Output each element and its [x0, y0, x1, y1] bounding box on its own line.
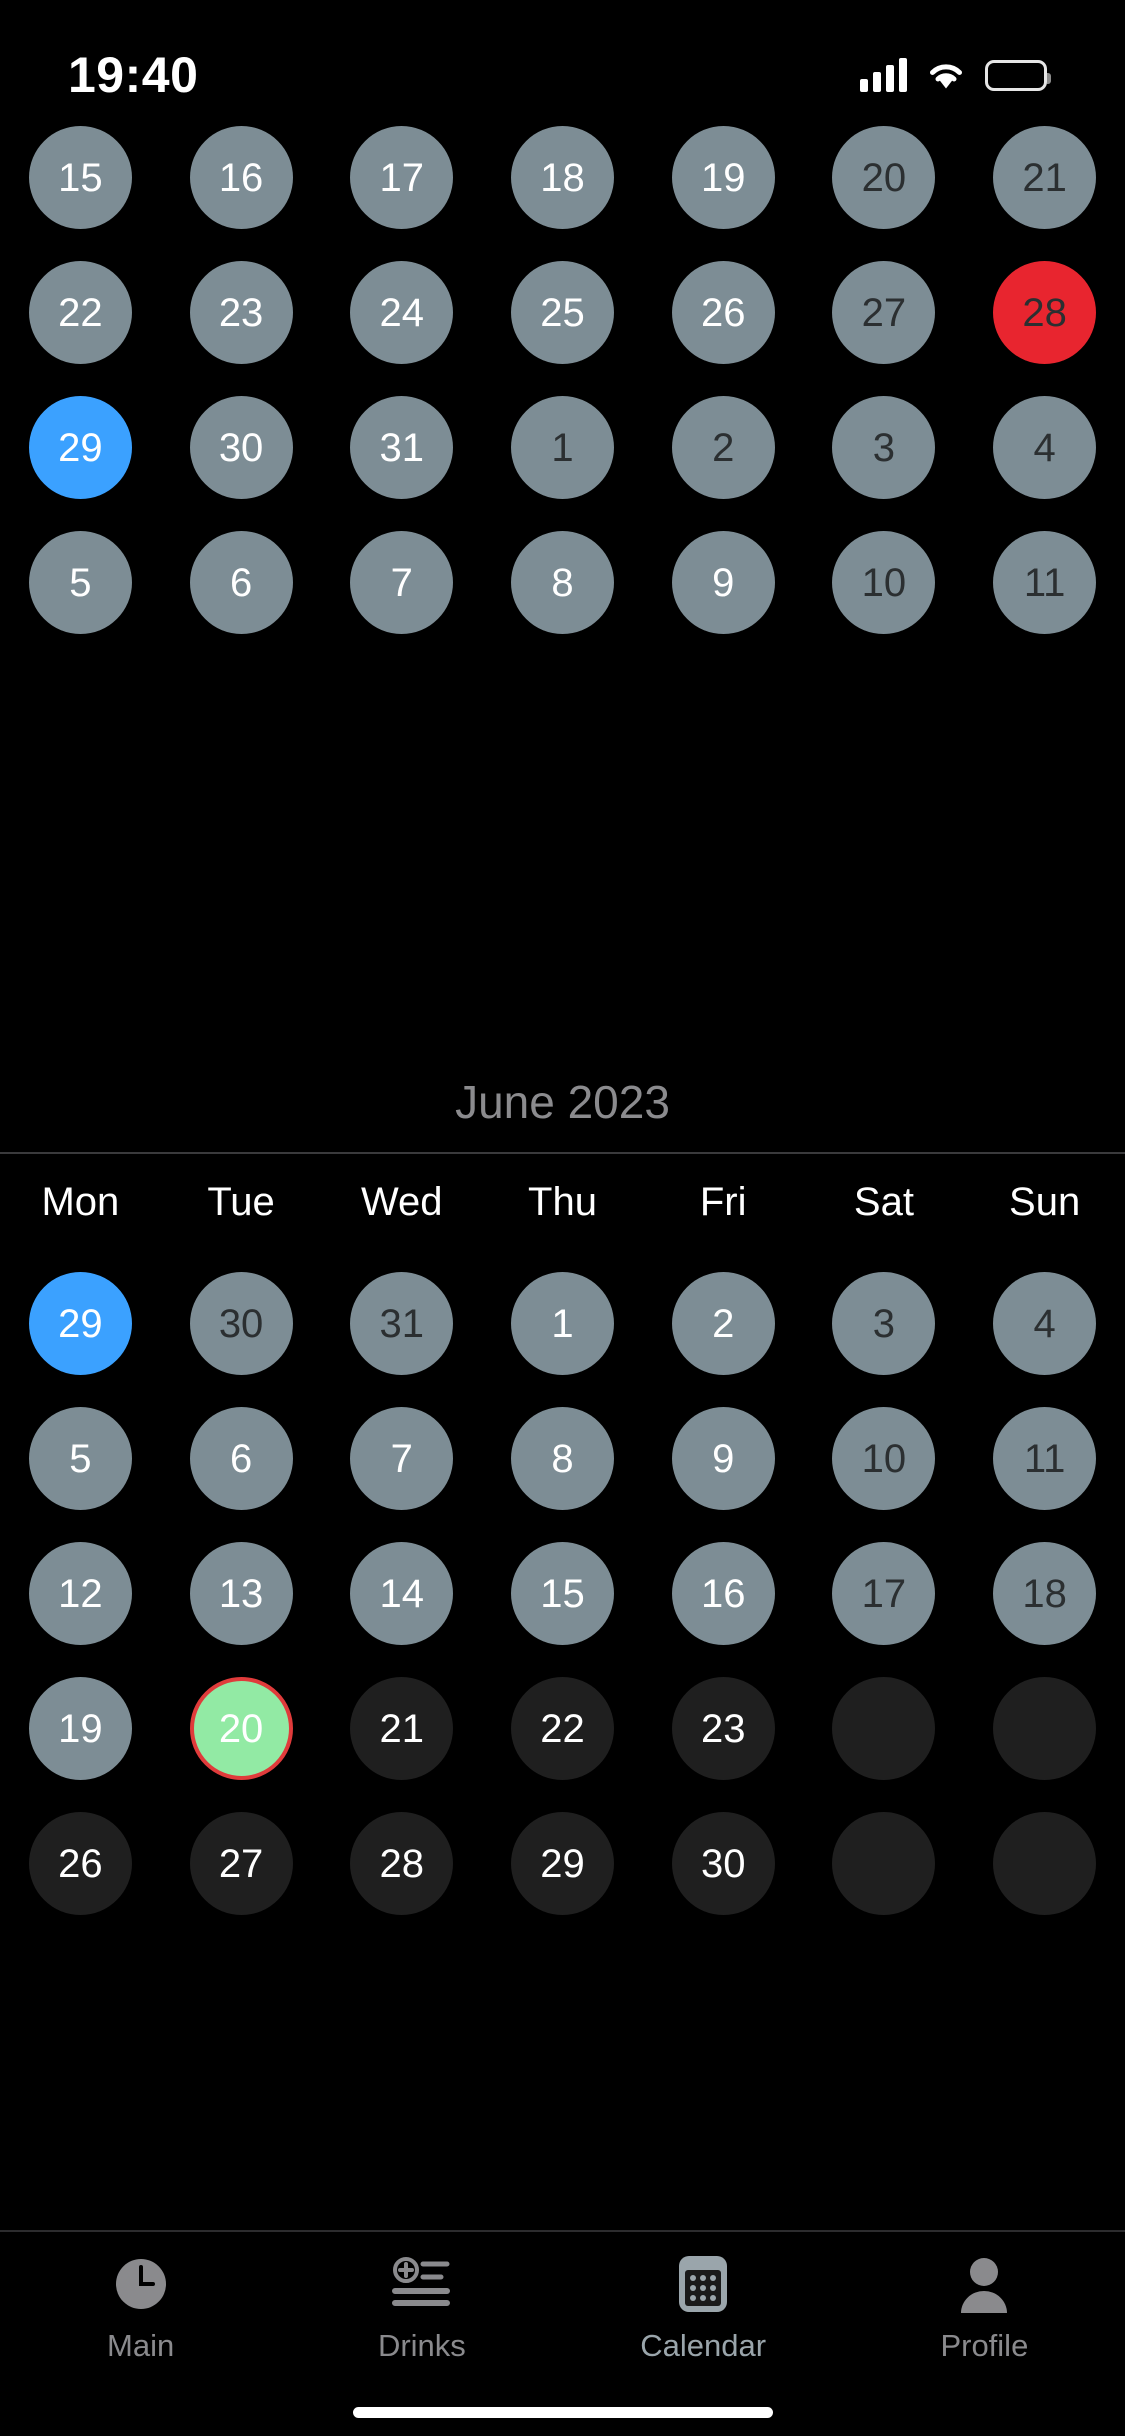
cellular-signal-icon [860, 58, 907, 92]
calendar-day-cell[interactable]: 1 [510, 1272, 614, 1375]
calendar-day-cell[interactable]: 26 [28, 1812, 132, 1915]
tab-label: Drinks [377, 2328, 466, 2363]
calendar-day-cell[interactable]: 27 [832, 261, 936, 364]
status-bar: 19:40 [0, 0, 1125, 132]
calendar-day-cell[interactable]: 4 [993, 1272, 1097, 1375]
calendar-day-cell[interactable]: 21 [350, 1677, 454, 1780]
calendar-day-cell[interactable]: 19 [671, 126, 775, 229]
calendar-day-cell[interactable]: 29 [510, 1812, 614, 1915]
battery-icon [985, 59, 1051, 91]
calendar-day-cell[interactable]: 23 [189, 261, 293, 364]
calendar-day-cell[interactable]: 11 [993, 531, 1097, 634]
clock-icon [112, 2254, 170, 2314]
calendar-day-cell[interactable]: 3 [832, 396, 936, 499]
calendar-day-cell[interactable]: 29 [28, 396, 132, 499]
calendar-day-empty [832, 1677, 936, 1780]
calendar-day-cell[interactable]: 15 [28, 126, 132, 229]
tab-main[interactable]: Main [0, 2254, 281, 2364]
calendar-day-cell[interactable]: 1 [510, 396, 614, 499]
status-icons [860, 58, 1051, 92]
calendar-day-cell[interactable]: 31 [350, 396, 454, 499]
calendar-grid-june[interactable]: 29 30 31 1 2 3 4 5 6 7 8 9 10 11 12 13 14 15 16 17 18 19 20 21 2… [0, 1272, 1125, 1915]
calendar-day-cell[interactable]: 6 [189, 1407, 293, 1510]
weekday-label-thu: Thu [528, 1180, 597, 1224]
wifi-icon [925, 59, 967, 91]
weekday-header-row: Mon Tue Wed Thu Fri Sat Sun [0, 1180, 1125, 1225]
calendar-day-cell[interactable]: 5 [28, 1407, 132, 1510]
tab-calendar[interactable]: Calendar [563, 2254, 844, 2364]
calendar-day-cell[interactable]: 7 [350, 1407, 454, 1510]
tab-label: Calendar [640, 2328, 767, 2363]
calendar-day-cell[interactable]: 21 [993, 126, 1097, 229]
calendar-day-cell[interactable]: 4 [993, 396, 1097, 499]
calendar-day-cell[interactable]: 19 [28, 1677, 132, 1780]
calendar-day-empty [993, 1677, 1097, 1780]
calendar-day-cell[interactable]: 20 [832, 126, 936, 229]
calendar-day-cell[interactable]: 22 [28, 261, 132, 364]
calendar-day-cell[interactable]: 2 [671, 1272, 775, 1375]
calendar-day-cell[interactable]: 18 [510, 126, 614, 229]
calendar-day-cell[interactable]: 20 [189, 1677, 293, 1780]
calendar-day-cell[interactable]: 29 [28, 1272, 132, 1375]
weekday-label-sat: Sat [853, 1180, 914, 1224]
calendar-day-cell[interactable]: 17 [832, 1542, 936, 1645]
calendar-day-cell[interactable]: 18 [993, 1542, 1097, 1645]
calendar-day-cell[interactable]: 25 [510, 261, 614, 364]
header-divider [0, 1152, 1125, 1154]
calendar-day-cell[interactable]: 3 [832, 1272, 936, 1375]
calendar-day-cell[interactable]: 30 [189, 396, 293, 499]
calendar-day-cell[interactable]: 15 [510, 1542, 614, 1645]
calendar-day-cell[interactable]: 6 [189, 531, 293, 634]
calendar-day-cell[interactable]: 5 [28, 531, 132, 634]
weekday-label-fri: Fri [699, 1180, 747, 1224]
calendar-day-cell[interactable]: 30 [671, 1812, 775, 1915]
calendar-day-cell[interactable]: 7 [350, 531, 454, 634]
calendar-icon [677, 2254, 729, 2314]
calendar-day-cell[interactable]: 10 [832, 531, 936, 634]
calendar-day-cell[interactable]: 9 [671, 531, 775, 634]
calendar-day-cell[interactable]: 9 [671, 1407, 775, 1510]
tab-drinks[interactable]: Drinks [281, 2254, 562, 2364]
weekday-label-sun: Sun [1009, 1180, 1081, 1224]
month-title: June 2023 [455, 1076, 670, 1128]
calendar-day-cell[interactable]: 28 [350, 1812, 454, 1915]
phone-screen: 19:40 15 16 17 18 19 20 21 22 23 24 25 26 27 28 29 30 31… [0, 0, 1125, 2436]
calendar-grid-previous-month[interactable]: 15 16 17 18 19 20 21 22 23 24 25 26 27 28 29 30 31 1 2 3 4 5 6… [0, 126, 1125, 634]
weekday-label-mon: Mon [41, 1180, 120, 1224]
tab-label: Profile [940, 2328, 1029, 2363]
calendar-day-cell[interactable]: 17 [350, 126, 454, 229]
calendar-day-empty [832, 1812, 936, 1915]
calendar-day-cell[interactable]: 24 [350, 261, 454, 364]
tab-label: Main [107, 2328, 175, 2363]
calendar-day-empty [993, 1812, 1097, 1915]
home-indicator [352, 2407, 773, 2418]
add-to-list-icon [391, 2254, 453, 2314]
calendar-day-cell[interactable]: 22 [510, 1677, 614, 1780]
person-icon [956, 2254, 1012, 2314]
calendar-day-cell[interactable]: 27 [189, 1812, 293, 1915]
calendar-day-cell[interactable]: 26 [671, 261, 775, 364]
calendar-day-cell[interactable]: 10 [832, 1407, 936, 1510]
tab-profile[interactable]: Profile [844, 2254, 1125, 2364]
calendar-day-cell[interactable]: 13 [189, 1542, 293, 1645]
tab-bar[interactable]: Main Drinks Calendar Profile [0, 2230, 1125, 2436]
calendar-day-cell[interactable]: 2 [671, 396, 775, 499]
calendar-day-cell[interactable]: 12 [28, 1542, 132, 1645]
calendar-day-cell[interactable]: 11 [993, 1407, 1097, 1510]
calendar-day-cell[interactable]: 16 [189, 126, 293, 229]
calendar-day-cell[interactable]: 30 [189, 1272, 293, 1375]
weekday-label-wed: Wed [361, 1180, 443, 1224]
status-time: 19:40 [68, 47, 199, 103]
weekday-label-tue: Tue [207, 1180, 275, 1224]
calendar-day-cell[interactable]: 8 [510, 1407, 614, 1510]
calendar-day-cell[interactable]: 8 [510, 531, 614, 634]
calendar-day-cell[interactable]: 23 [671, 1677, 775, 1780]
calendar-day-cell[interactable]: 31 [350, 1272, 454, 1375]
calendar-day-cell[interactable]: 28 [993, 261, 1097, 364]
calendar-day-cell[interactable]: 14 [350, 1542, 454, 1645]
calendar-day-cell[interactable]: 16 [671, 1542, 775, 1645]
